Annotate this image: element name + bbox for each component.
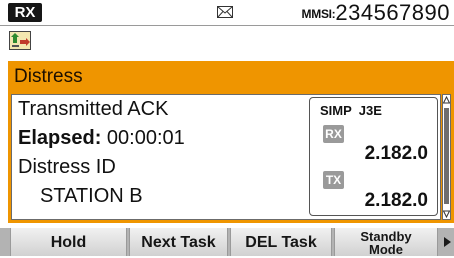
rx-tag: RX xyxy=(323,125,344,143)
softkey-bar: Hold Next Task DEL Task Standby Mode xyxy=(0,228,454,256)
mmsi-display: MMSI: 234567890 xyxy=(302,1,450,25)
tx-status-icon xyxy=(9,31,31,50)
distress-panel: Distress Transmitted ACK Elapsed: 00:00:… xyxy=(8,61,454,223)
standby-label-line2: Mode xyxy=(369,242,403,257)
del-task-button[interactable]: DEL Task xyxy=(230,228,332,256)
next-task-button[interactable]: Next Task xyxy=(129,228,228,256)
distress-id-label: Distress ID xyxy=(18,156,116,178)
arrow-right-icon[interactable] xyxy=(443,237,451,247)
tx-frequency: 2.182.0 xyxy=(364,190,428,211)
hold-button[interactable]: Hold xyxy=(10,228,127,256)
mmsi-value: 234567890 xyxy=(335,0,450,25)
status-bar: RX MMSI: 234567890 xyxy=(0,0,454,26)
elapsed-value: 00:00:01 xyxy=(106,127,185,149)
scroll-thumb[interactable] xyxy=(444,108,449,204)
mmsi-label: MMSI: xyxy=(301,7,336,21)
standby-mode-button[interactable]: Standby Mode xyxy=(334,228,438,256)
scroll-down-arrow-icon[interactable] xyxy=(443,209,450,218)
channel-mode: SIMP J3E xyxy=(320,103,382,118)
channel-mode-simp: SIMP xyxy=(320,103,352,118)
envelope-icon xyxy=(217,6,233,18)
tx-tag: TX xyxy=(323,171,344,189)
station-name: STATION B xyxy=(40,185,143,207)
channel-info-box: SIMP J3E RX 2.182.0 TX 2.182.0 xyxy=(309,97,438,216)
panel-body: Transmitted ACK Elapsed: 00:00:01 Distre… xyxy=(11,94,441,220)
scrollbar[interactable] xyxy=(442,94,451,220)
elapsed-label: Elapsed: xyxy=(18,127,102,149)
panel-title: Distress xyxy=(14,66,83,87)
channel-mode-emission: J3E xyxy=(358,103,382,118)
rx-mode-badge: RX xyxy=(8,3,42,22)
elapsed-line: Elapsed: 00:00:01 xyxy=(18,124,298,153)
rx-frequency: 2.182.0 xyxy=(364,143,428,164)
distress-info: Transmitted ACK Elapsed: 00:00:01 Distre… xyxy=(18,95,298,211)
status-line: Transmitted ACK xyxy=(18,98,169,120)
scroll-up-arrow-icon[interactable] xyxy=(443,96,450,105)
